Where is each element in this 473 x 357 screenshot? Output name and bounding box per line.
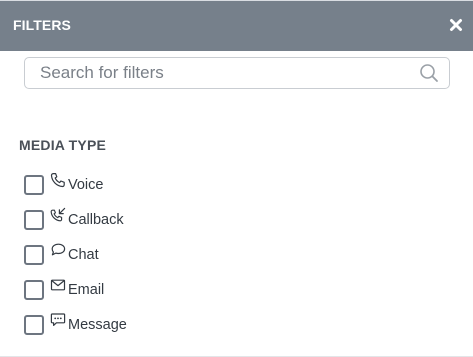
callback-label: Callback [68,212,124,228]
email-checkbox[interactable] [24,280,44,300]
filters-header: FILTERS [0,0,473,51]
search-box [24,57,450,89]
callback-checkbox[interactable] [24,210,44,230]
message-checkbox[interactable] [24,315,44,335]
message-icon [50,312,66,328]
filters-panel: FILTERS MEDIA TYPE Voice [0,0,473,357]
media-option-chat[interactable]: Chat [24,242,224,265]
chat-label: Chat [68,247,99,263]
callback-icon [50,207,66,223]
media-option-callback[interactable]: Callback [24,207,224,230]
phone-icon [50,172,66,188]
chat-bubble-icon [50,242,66,258]
email-label: Email [68,282,105,298]
message-label: Message [68,317,127,333]
voice-checkbox[interactable] [24,175,44,195]
voice-label: Voice [68,177,104,193]
chat-checkbox[interactable] [24,245,44,265]
search-icon[interactable] [419,63,439,83]
search-input[interactable] [25,58,415,88]
envelope-icon [50,277,66,293]
media-type-heading: MEDIA TYPE [19,137,107,153]
media-option-message[interactable]: Message [24,312,224,335]
close-icon[interactable] [449,18,463,32]
media-option-email[interactable]: Email [24,277,224,300]
media-option-voice[interactable]: Voice [24,172,224,195]
filters-title: FILTERS [13,17,71,33]
